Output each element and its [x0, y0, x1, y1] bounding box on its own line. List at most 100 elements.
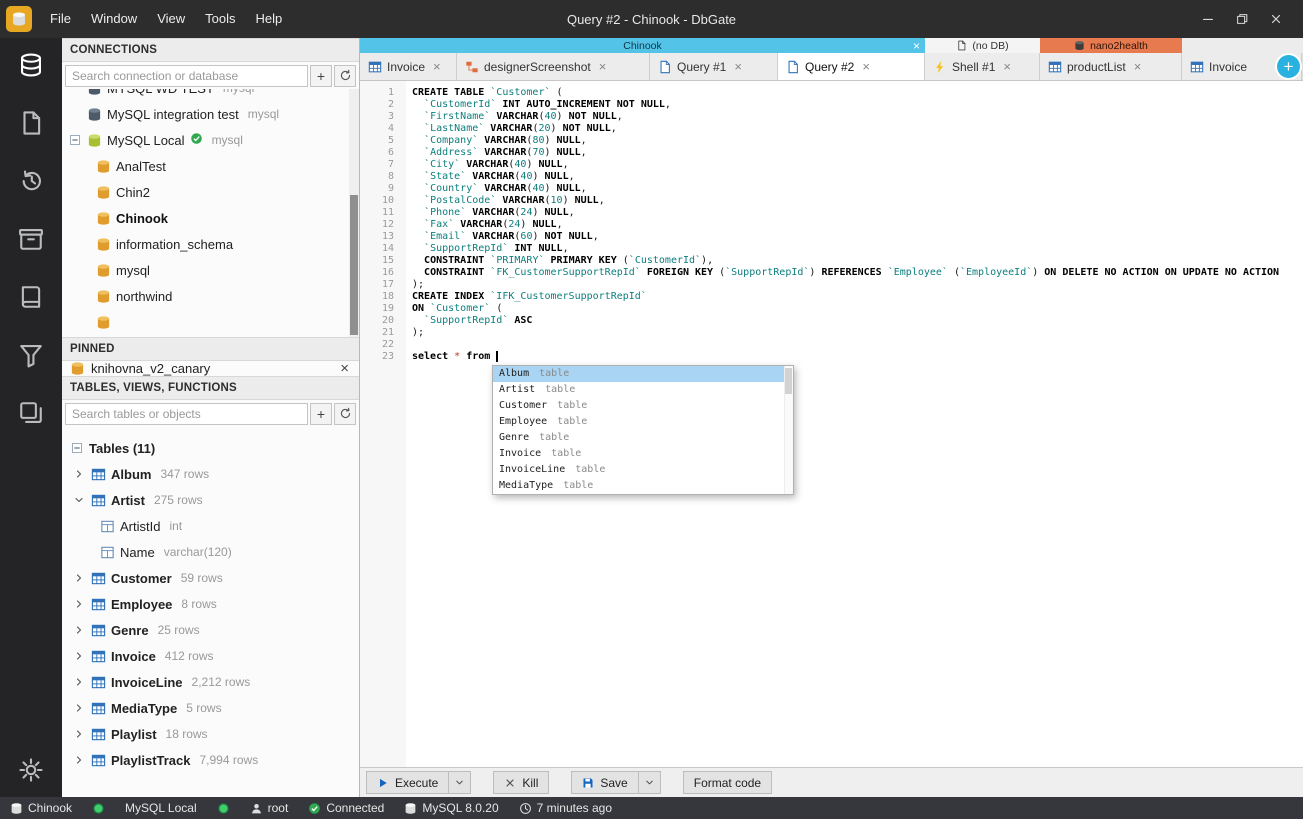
tab-invoice[interactable]: Invoice × — [360, 53, 457, 80]
column-item[interactable]: ArtistId int — [62, 513, 359, 539]
add-table-button[interactable]: + — [310, 402, 332, 425]
chevron-right-icon[interactable] — [72, 701, 86, 715]
tables-search-input[interactable] — [65, 402, 308, 425]
editor-gutter: 1 2 3 4 5 6 7 8 9 10 11 12 13 14 15 16 17 18 19 20 21 22 23 — [360, 81, 406, 767]
minimize-button[interactable] — [1191, 4, 1225, 34]
chevron-right-icon[interactable] — [72, 675, 86, 689]
refresh-connections-button[interactable] — [334, 64, 356, 87]
chevron-right-icon[interactable] — [72, 649, 86, 663]
tables-group-row[interactable]: Tables (11) — [62, 435, 359, 461]
autocomplete-item[interactable]: Customer table — [493, 398, 793, 414]
execute-button[interactable]: Execute — [366, 771, 450, 794]
refresh-tables-button[interactable] — [334, 402, 356, 425]
autocomplete-item[interactable]: Artist table — [493, 382, 793, 398]
widget-filter[interactable] — [14, 340, 48, 370]
pinned-item[interactable]: knihovna_v2_canary × — [62, 361, 359, 376]
format-code-button[interactable]: Format code — [682, 771, 773, 794]
chevron-right-icon[interactable] — [72, 727, 86, 741]
suggestion-name: Employee — [499, 416, 548, 427]
menu-help[interactable]: Help — [246, 0, 293, 38]
database-item[interactable]: Chinook — [62, 205, 359, 231]
autocomplete-item[interactable]: Employee table — [493, 414, 793, 430]
table-item[interactable]: Artist 275 rows — [62, 487, 359, 513]
close-tab-icon[interactable]: × — [433, 60, 441, 73]
check-circle-icon — [308, 802, 321, 815]
tab-shell-1[interactable]: Shell #1 × — [925, 53, 1040, 80]
database-item[interactable] — [62, 309, 359, 335]
close-tab-icon[interactable]: × — [599, 60, 607, 73]
close-tab-icon[interactable]: × — [1134, 60, 1142, 73]
widget-layers[interactable] — [14, 398, 48, 428]
database-item[interactable]: AnalTest — [62, 153, 359, 179]
code-line: `Country` VARCHAR(40) NULL, — [424, 183, 587, 194]
collapse-toggle[interactable] — [70, 441, 84, 455]
menu-file[interactable]: File — [40, 0, 81, 38]
db-icon — [96, 185, 111, 200]
table-item[interactable]: PlaylistTrack 7,994 rows — [62, 747, 359, 773]
column-item[interactable]: Name varchar(120) — [62, 539, 359, 565]
chevron-right-icon[interactable] — [72, 753, 86, 767]
tab-query-2[interactable]: Query #2 × — [778, 53, 925, 80]
execute-dropdown-button[interactable] — [449, 771, 472, 794]
table-item[interactable]: Album 347 rows — [62, 461, 359, 487]
widget-settings[interactable] — [14, 755, 48, 785]
chevron-right-icon[interactable] — [72, 571, 86, 585]
autocomplete-item[interactable]: InvoiceLine table — [493, 462, 793, 478]
toolbar-group: Format code — [682, 771, 773, 794]
new-tab-button[interactable]: + — [1277, 55, 1300, 78]
tab-designerscreenshot[interactable]: designerScreenshot × — [457, 53, 650, 80]
chev-right-icon — [73, 572, 85, 584]
tab-query-1[interactable]: Query #1 × — [650, 53, 778, 80]
menu-window[interactable]: Window — [81, 0, 147, 38]
connections-search-input[interactable] — [65, 64, 308, 87]
table-item[interactable]: Genre 25 rows — [62, 617, 359, 643]
table-item[interactable]: Customer 59 rows — [62, 565, 359, 591]
unpin-icon[interactable]: × — [340, 361, 349, 376]
database-item[interactable]: Chin2 — [62, 179, 359, 205]
autocomplete-item[interactable]: Genre table — [493, 430, 793, 446]
connection-item[interactable]: MySQL Local mysql — [62, 127, 359, 153]
close-tab-icon[interactable]: × — [862, 60, 870, 73]
add-connection-button[interactable]: + — [310, 64, 332, 87]
widget-database[interactable] — [14, 50, 48, 80]
table-item[interactable]: Employee 8 rows — [62, 591, 359, 617]
chevron-right-icon[interactable] — [72, 597, 86, 611]
autocomplete-item[interactable]: Album table — [493, 366, 793, 382]
code-line: ); — [412, 327, 425, 338]
close-tab-icon[interactable]: × — [1003, 60, 1011, 73]
kill-button[interactable]: Kill — [493, 771, 550, 794]
database-item[interactable]: mysql — [62, 257, 359, 283]
autocomplete-item[interactable]: Invoice table — [493, 446, 793, 462]
widget-history[interactable] — [14, 166, 48, 196]
close-group-icon[interactable]: × — [913, 40, 920, 52]
menu-view[interactable]: View — [147, 0, 195, 38]
connections-scrollbar[interactable] — [349, 89, 359, 337]
widget-file[interactable] — [14, 108, 48, 138]
tab-productlist[interactable]: productList × — [1040, 53, 1182, 80]
menu-tools[interactable]: Tools — [195, 0, 245, 38]
chevron-right-icon[interactable] — [72, 467, 86, 481]
sql-editor[interactable]: 1 2 3 4 5 6 7 8 9 10 11 12 13 14 15 16 17 18 19 20 21 22 23 CR… — [360, 81, 1303, 767]
chevron-down-icon[interactable] — [72, 493, 86, 507]
autocomplete-scrollbar[interactable] — [784, 366, 793, 494]
connection-item[interactable]: MYSQL WD TEST mysql — [62, 89, 359, 101]
scrollbar-thumb[interactable] — [785, 368, 792, 394]
chevron-right-icon[interactable] — [72, 623, 86, 637]
close-tab-icon[interactable]: × — [734, 60, 742, 73]
close-button[interactable] — [1259, 4, 1293, 34]
connection-item[interactable]: MySQL integration test mysql — [62, 101, 359, 127]
table-item[interactable]: MediaType 5 rows — [62, 695, 359, 721]
database-item[interactable]: northwind — [62, 283, 359, 309]
collapse-toggle[interactable] — [68, 133, 82, 147]
restore-button[interactable] — [1225, 4, 1259, 34]
scrollbar-thumb[interactable] — [350, 195, 358, 335]
table-item[interactable]: Invoice 412 rows — [62, 643, 359, 669]
database-item[interactable]: information_schema — [62, 231, 359, 257]
save-dropdown-button[interactable] — [638, 771, 661, 794]
widget-book[interactable] — [14, 282, 48, 312]
table-item[interactable]: InvoiceLine 2,212 rows — [62, 669, 359, 695]
autocomplete-item[interactable]: MediaType table — [493, 478, 793, 494]
save-button[interactable]: Save — [571, 771, 639, 794]
widget-archive[interactable] — [14, 224, 48, 254]
table-item[interactable]: Playlist 18 rows — [62, 721, 359, 747]
